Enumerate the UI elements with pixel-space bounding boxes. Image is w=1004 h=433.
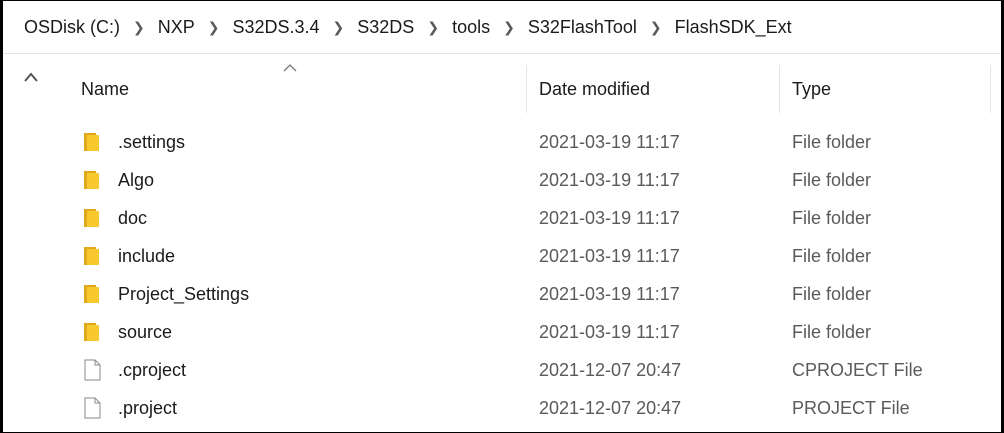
folder-icon: [84, 323, 99, 341]
chevron-right-icon[interactable]: ❯: [208, 19, 220, 36]
file-name: .settings: [118, 132, 186, 152]
folder-icon: [84, 133, 99, 151]
breadcrumb-item-osdisk[interactable]: OSDisk (C:): [21, 15, 123, 40]
folder-icon: [84, 171, 99, 189]
file-icon: [84, 397, 101, 419]
folder-icon: [84, 285, 99, 303]
scroll-up-arrow-icon[interactable]: [23, 70, 39, 84]
file-name: Project_Settings: [118, 284, 250, 304]
file-type: File folder: [792, 208, 872, 228]
column-header-name[interactable]: Name: [61, 65, 527, 113]
file-type: PROJECT File: [792, 398, 910, 418]
file-name: .project: [118, 398, 178, 418]
folder-icon: [84, 209, 99, 227]
list-item[interactable]: .settings 2021-03-19 11:17 File folder: [61, 123, 1001, 161]
file-type: CPROJECT File: [792, 360, 923, 380]
list-item[interactable]: .project 2021-12-07 20:47 PROJECT File: [61, 389, 1001, 427]
file-type: File folder: [792, 132, 872, 152]
folder-icon: [84, 247, 99, 265]
breadcrumb-item-s32flashtool[interactable]: S32FlashTool: [525, 15, 640, 40]
file-name: source: [118, 322, 173, 342]
list-item[interactable]: Project_Settings 2021-03-19 11:17 File f…: [61, 275, 1001, 313]
column-header-date-modified[interactable]: Date modified: [527, 65, 780, 113]
breadcrumb-item-s32ds[interactable]: S32DS: [354, 15, 417, 40]
file-date-modified: 2021-03-19 11:17: [539, 246, 680, 266]
chevron-right-icon[interactable]: ❯: [133, 19, 145, 36]
file-type: File folder: [792, 322, 872, 342]
breadcrumb-item-tools[interactable]: tools: [449, 15, 493, 40]
file-explorer-window: OSDisk (C:) ❯ NXP ❯ S32DS.3.4 ❯ S32DS ❯ …: [0, 0, 1004, 433]
chevron-right-icon[interactable]: ❯: [333, 19, 345, 36]
column-header-type[interactable]: Type: [780, 65, 991, 113]
column-header-size[interactable]: S: [991, 65, 1001, 113]
file-name: include: [118, 246, 176, 266]
column-header-row: Name Date modified Type S: [61, 64, 1001, 113]
chevron-right-icon[interactable]: ❯: [503, 19, 515, 36]
file-date-modified: 2021-03-19 11:17: [539, 170, 680, 190]
file-type: File folder: [792, 284, 872, 304]
file-type: File folder: [792, 246, 872, 266]
list-item[interactable]: doc 2021-03-19 11:17 File folder: [61, 199, 1001, 237]
file-list: .settings 2021-03-19 11:17 File folder A…: [61, 123, 1001, 427]
file-date-modified: 2021-12-07 20:47: [539, 398, 682, 418]
breadcrumb-item-nxp[interactable]: NXP: [155, 15, 198, 40]
file-type: File folder: [792, 170, 872, 190]
file-icon: [84, 359, 101, 381]
list-item[interactable]: Algo 2021-03-19 11:17 File folder: [61, 161, 1001, 199]
chevron-right-icon[interactable]: ❯: [650, 19, 662, 36]
list-item[interactable]: include 2021-03-19 11:17 File folder: [61, 237, 1001, 275]
address-bar[interactable]: OSDisk (C:) ❯ NXP ❯ S32DS.3.4 ❯ S32DS ❯ …: [3, 1, 1001, 54]
file-name: .cproject: [118, 360, 187, 380]
file-date-modified: 2021-03-19 11:17: [539, 284, 680, 304]
breadcrumb-item-flashsdk-ext[interactable]: FlashSDK_Ext: [672, 15, 795, 40]
file-date-modified: 2021-03-19 11:17: [539, 322, 680, 342]
file-date-modified: 2021-03-19 11:17: [539, 208, 680, 228]
file-date-modified: 2021-03-19 11:17: [539, 132, 680, 152]
chevron-right-icon[interactable]: ❯: [427, 19, 439, 36]
list-item[interactable]: source 2021-03-19 11:17 File folder: [61, 313, 1001, 351]
file-name: Algo: [118, 170, 155, 190]
file-name: doc: [118, 208, 148, 228]
list-item[interactable]: .cproject 2021-12-07 20:47 CPROJECT File: [61, 351, 1001, 389]
file-date-modified: 2021-12-07 20:47: [539, 360, 682, 380]
breadcrumb-item-s32ds-3-4[interactable]: S32DS.3.4: [229, 15, 322, 40]
